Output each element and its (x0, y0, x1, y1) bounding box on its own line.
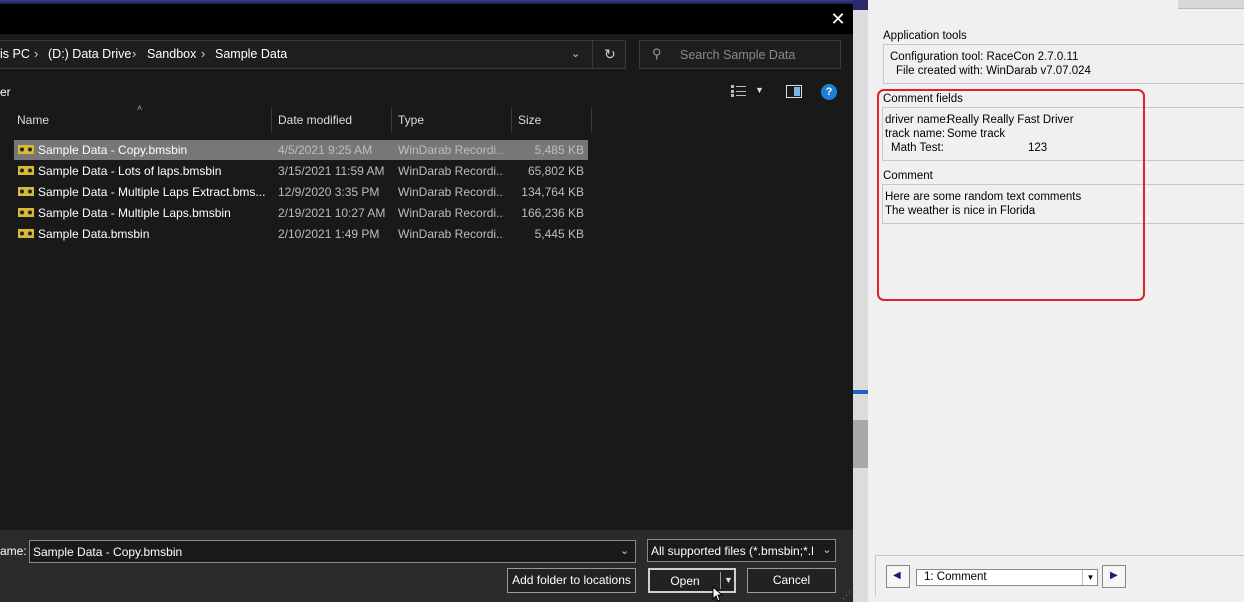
open-label: Open (670, 574, 700, 588)
help-icon[interactable]: ? (821, 84, 837, 100)
file-row[interactable]: Sample Data - Copy.bmsbin 4/5/2021 9:25 … (14, 140, 588, 160)
filter-value: All supported files (*.bmsbin;*.l (651, 544, 814, 558)
file-icon (18, 229, 34, 238)
file-type: WinDarab Recordi... (398, 227, 504, 241)
filename-label: ame: (0, 544, 27, 558)
selector-value: 1: Comment (924, 571, 987, 583)
title-accent (0, 0, 853, 4)
background-window-edge (853, 0, 868, 602)
chevron-down-icon[interactable]: ▼ (1082, 570, 1098, 585)
filename-input[interactable]: Sample Data - Copy.bmsbin ⌄ (29, 540, 636, 563)
file-date: 3/15/2021 11:59 AM (278, 164, 385, 178)
chevron-down-icon[interactable]: ⌄ (818, 541, 835, 561)
previous-button[interactable]: ◀ (886, 565, 910, 588)
file-name: Sample Data - Multiple Laps.bmsbin (38, 206, 231, 220)
column-header-type[interactable]: Type (398, 113, 424, 127)
file-name: Sample Data - Lots of laps.bmsbin (38, 164, 222, 178)
refresh-icon[interactable]: ↻ (604, 46, 616, 63)
search-icon: ⚲ (652, 46, 662, 61)
file-type: WinDarab Recordi... (398, 185, 504, 199)
next-button[interactable]: ▶ (1102, 565, 1126, 588)
arrow-left-icon: ◀ (893, 570, 901, 581)
file-name: Sample Data - Copy.bmsbin (38, 143, 188, 157)
add-folder-button[interactable]: Add folder to locations (507, 568, 636, 593)
file-size: 134,764 KB (521, 185, 584, 199)
resize-grip-icon[interactable]: ⋰ (842, 590, 851, 601)
search-input[interactable]: ⚲ Search Sample Data (639, 40, 841, 69)
file-icon (18, 166, 34, 175)
file-type-filter[interactable]: All supported files (*.bmsbin;*.l ⌄ (647, 539, 836, 562)
chevron-right-icon: › (34, 46, 39, 61)
file-row[interactable]: Sample Data.bmsbin 2/10/2021 1:49 PM Win… (14, 224, 588, 244)
column-header-date[interactable]: Date modified (278, 113, 352, 127)
caret-down-icon[interactable]: ▼ (755, 85, 764, 95)
file-created-text: File created with: WinDarab v7.07.024 (896, 65, 1091, 77)
file-icon (18, 187, 34, 196)
chevron-down-icon[interactable]: ⌄ (571, 47, 580, 60)
open-file-dialog: ✕ is PC › (D:) Data Drive › Sandbox › Sa… (0, 0, 853, 602)
filename-value: Sample Data - Copy.bmsbin (33, 545, 183, 559)
file-name: Sample Data - Multiple Laps Extract.bms.… (38, 185, 266, 199)
column-header-size[interactable]: Size (518, 113, 541, 127)
file-size: 5,485 KB (534, 143, 584, 157)
file-size: 5,445 KB (534, 227, 584, 241)
comment-selector[interactable]: 1: Comment ▼ (916, 569, 1098, 586)
preview-pane-icon[interactable] (786, 85, 802, 98)
close-icon[interactable]: ✕ (824, 6, 852, 32)
chevron-right-icon: › (201, 46, 206, 61)
column-header-name[interactable]: Name (17, 113, 49, 127)
file-type: WinDarab Recordi... (398, 143, 504, 157)
file-row[interactable]: Sample Data - Multiple Laps Extract.bms.… (14, 182, 588, 202)
file-date: 4/5/2021 9:25 AM (278, 143, 373, 157)
file-name: Sample Data.bmsbin (38, 227, 150, 241)
cancel-button[interactable]: Cancel (747, 568, 836, 593)
chevron-down-icon[interactable]: ⌄ (620, 544, 629, 557)
mouse-cursor-icon (712, 586, 724, 602)
chevron-right-icon: › (132, 46, 137, 61)
file-size: 166,236 KB (521, 206, 584, 220)
breadcrumb-data-drive[interactable]: (D:) Data Drive (48, 47, 131, 61)
sort-ascending-icon: ˄ (137, 103, 143, 113)
arrow-right-icon: ▶ (1110, 570, 1118, 581)
breadcrumb-sandbox[interactable]: Sandbox (147, 47, 196, 61)
file-icon (18, 208, 34, 217)
dialog-footer: ame: Sample Data - Copy.bmsbin ⌄ All sup… (0, 530, 853, 602)
file-type: WinDarab Recordi... (398, 164, 504, 178)
breadcrumb-this-pc[interactable]: is PC (0, 47, 30, 61)
file-type: WinDarab Recordi... (398, 206, 504, 220)
highlight-annotation (877, 89, 1145, 301)
app-tools-title: Application tools (883, 30, 967, 42)
caret-down-icon[interactable]: ▼ (724, 575, 733, 585)
file-info-panel: Application tools Configuration tool: Ra… (868, 0, 1244, 602)
file-date: 2/19/2021 10:27 AM (278, 206, 386, 220)
app-tools-group: Configuration tool: RaceCon 2.7.0.11 Fil… (883, 44, 1244, 84)
view-options-icon[interactable] (731, 85, 747, 97)
file-date: 2/10/2021 1:49 PM (278, 227, 380, 241)
search-placeholder: Search Sample Data (680, 48, 796, 62)
organize-menu-fragment[interactable]: er (0, 85, 11, 99)
file-date: 12/9/2020 3:35 PM (278, 185, 380, 199)
file-icon (18, 145, 34, 154)
file-size: 65,802 KB (527, 164, 584, 178)
dialog-titlebar (0, 0, 853, 34)
config-tool-text: Configuration tool: RaceCon 2.7.0.11 (890, 51, 1079, 63)
file-row[interactable]: Sample Data - Multiple Laps.bmsbin 2/19/… (14, 203, 588, 223)
file-row[interactable]: Sample Data - Lots of laps.bmsbin 3/15/2… (14, 161, 588, 181)
breadcrumb-sample-data[interactable]: Sample Data (215, 47, 287, 61)
comment-navigator: ◀ 1: Comment ▼ ▶ (875, 555, 1244, 596)
